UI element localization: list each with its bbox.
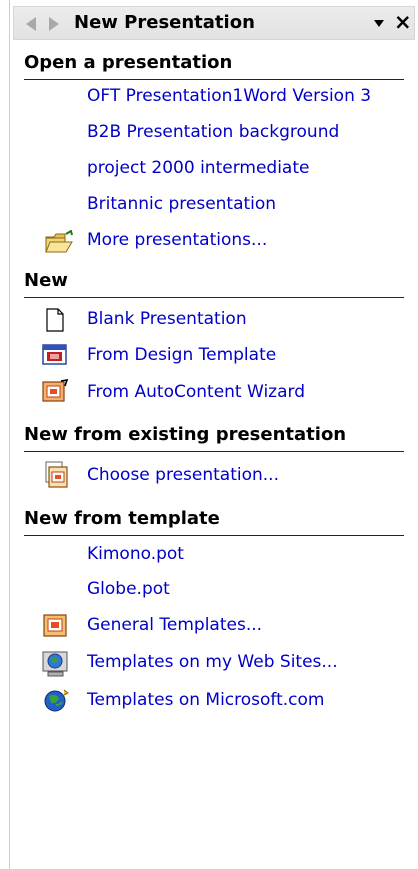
pane-title: New Presentation (74, 12, 255, 33)
recent-file-link[interactable]: Britannic presentation (87, 194, 276, 214)
section-header-template: New from template (24, 508, 404, 536)
recent-file-link[interactable]: OFT Presentation1Word Version 3 (87, 86, 371, 106)
forward-arrow-icon[interactable] (49, 17, 59, 31)
recent-file-link[interactable]: B2B Presentation background (87, 122, 339, 142)
blank-document-icon (46, 308, 64, 332)
template-file-link[interactable]: Globe.pot (87, 579, 170, 599)
task-pane-title-bar: New Presentation × (13, 6, 415, 40)
microsoft-globe-icon (44, 689, 69, 712)
autocontent-wizard-icon (42, 379, 69, 402)
choose-presentation-icon (45, 461, 68, 488)
general-templates-link[interactable]: General Templates... (87, 615, 262, 635)
task-pane: New Presentation × Open a presentation O… (0, 0, 418, 869)
templates-on-microsoft-link[interactable]: Templates on Microsoft.com (87, 690, 325, 710)
section-header-open: Open a presentation (24, 52, 404, 80)
section-header-existing: New from existing presentation (24, 424, 404, 452)
from-autocontent-wizard-link[interactable]: From AutoContent Wizard (87, 382, 305, 402)
from-design-template-link[interactable]: From Design Template (87, 345, 276, 365)
choose-presentation-link[interactable]: Choose presentation... (87, 465, 279, 485)
design-template-icon (42, 344, 67, 365)
blank-presentation-link[interactable]: Blank Presentation (87, 309, 247, 329)
chevron-down-icon[interactable] (374, 20, 384, 27)
open-folder-icon (45, 230, 73, 253)
more-presentations-link[interactable]: More presentations... (87, 230, 267, 250)
recent-file-link[interactable]: project 2000 intermediate (87, 158, 309, 178)
close-icon[interactable]: × (394, 10, 412, 34)
section-header-new: New (24, 270, 404, 298)
web-sites-globe-icon (42, 651, 68, 677)
back-arrow-icon[interactable] (26, 17, 36, 31)
general-templates-icon (43, 614, 67, 637)
templates-on-web-sites-link[interactable]: Templates on my Web Sites... (87, 652, 338, 672)
template-file-link[interactable]: Kimono.pot (87, 544, 184, 564)
